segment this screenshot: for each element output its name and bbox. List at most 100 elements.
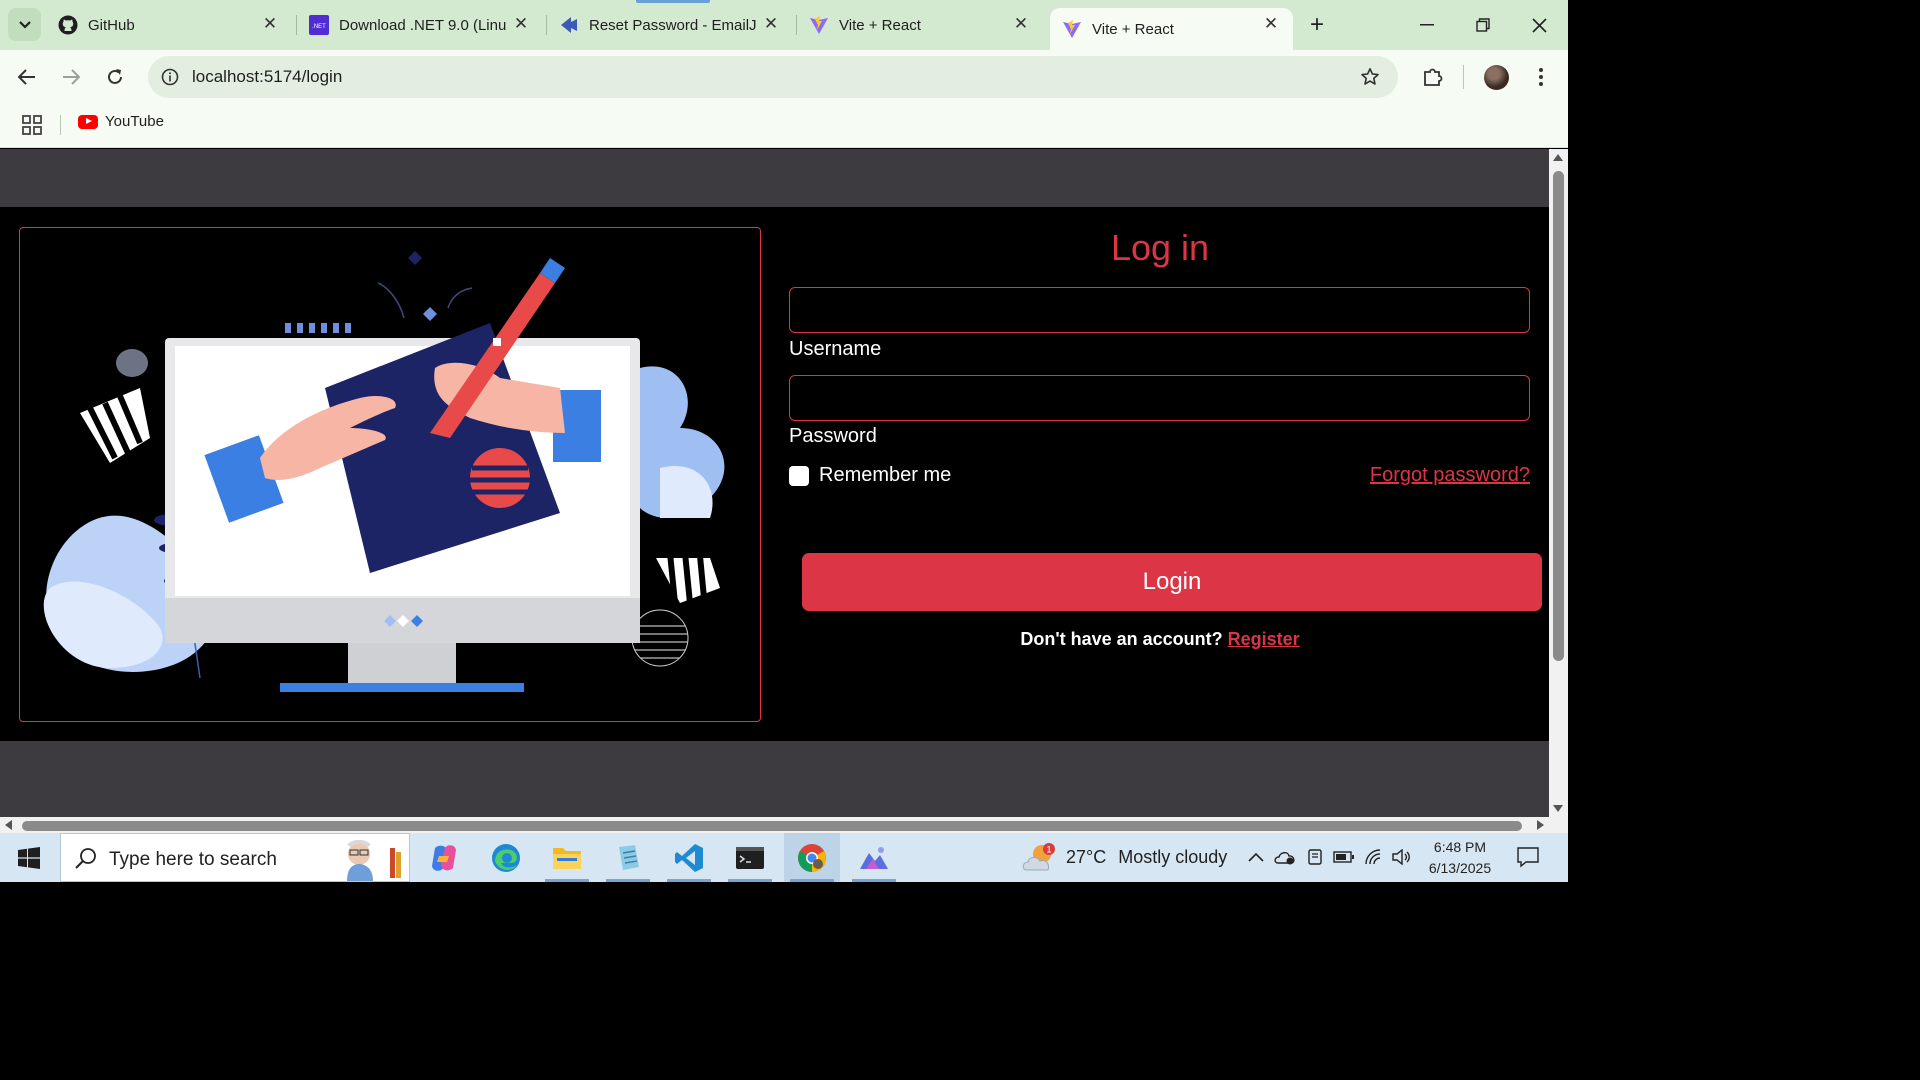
taskbar-clock[interactable]: 6:48 PM 6/13/2025 — [1420, 837, 1500, 879]
menu-button[interactable] — [1526, 62, 1556, 92]
scroll-left-icon[interactable] — [5, 820, 12, 830]
tab-github[interactable]: GitHub ✕ — [46, 8, 292, 42]
toolbar-divider — [1463, 65, 1464, 89]
battery-tray[interactable] — [1333, 846, 1355, 868]
meet-now-tray[interactable] — [1304, 846, 1326, 868]
weather-badge: 1 — [1046, 844, 1051, 854]
svg-text:.NET: .NET — [312, 24, 326, 30]
close-icon[interactable]: ✕ — [763, 14, 779, 33]
horizontal-scrollbar[interactable] — [0, 817, 1549, 833]
emailjs-icon — [559, 15, 579, 35]
chevron-up-icon — [1248, 852, 1264, 862]
register-prompt: Don't have an account? Register — [770, 629, 1549, 650]
windows-logo-icon — [18, 846, 40, 869]
arrow-left-icon — [18, 69, 35, 85]
login-section: Log in Username Password Remember me For… — [0, 207, 1549, 741]
notepad-icon — [619, 844, 639, 870]
show-hidden-icons-button[interactable] — [1245, 846, 1267, 868]
scroll-down-icon[interactable] — [1553, 805, 1563, 812]
chrome-icon — [798, 843, 826, 872]
bookmarks-separator — [60, 115, 61, 135]
forgot-password-link[interactable]: Forgot password? — [1370, 464, 1530, 487]
speaker-icon — [1392, 849, 1410, 865]
back-button[interactable] — [12, 62, 42, 92]
remember-me[interactable]: Remember me — [789, 464, 951, 487]
photos-app[interactable] — [846, 833, 902, 882]
dotnet-icon: .NET — [309, 15, 329, 35]
login-button[interactable]: Login — [802, 553, 1542, 611]
battery-icon — [1333, 851, 1354, 863]
username-label: Username — [789, 338, 882, 360]
arrow-right-icon — [63, 69, 80, 85]
weather-widget[interactable]: 1 27°C Mostly cloudy — [1022, 833, 1227, 882]
new-tab-button[interactable]: + — [1304, 11, 1330, 38]
restore-button[interactable] — [1468, 10, 1498, 40]
start-button[interactable] — [0, 833, 58, 882]
tab-dotnet[interactable]: .NET Download .NET 9.0 (Linux ✕ — [297, 8, 543, 42]
reload-icon — [108, 69, 122, 84]
tab-loading-indicator — [636, 0, 710, 3]
bookmark-star-icon[interactable] — [1358, 65, 1382, 89]
cloud-sync-icon — [1274, 852, 1295, 865]
address-bar[interactable]: localhost:5174/login — [148, 56, 1398, 98]
page-viewport: Log in Username Password Remember me For… — [0, 149, 1549, 817]
puzzle-icon — [1424, 68, 1443, 86]
network-tray[interactable] — [1363, 846, 1385, 868]
volume-tray[interactable] — [1391, 846, 1413, 868]
device-icon — [1308, 849, 1322, 865]
profile-avatar[interactable] — [1484, 65, 1509, 90]
computer-drawing-illustration — [43, 251, 725, 692]
copilot-app[interactable] — [416, 833, 472, 882]
username-field[interactable] — [789, 287, 1530, 333]
url-text[interactable]: localhost:5174/login — [192, 67, 342, 87]
close-icon[interactable]: ✕ — [262, 14, 278, 33]
horizontal-scroll-thumb[interactable] — [22, 821, 1522, 831]
onedrive-tray[interactable] — [1274, 846, 1296, 868]
file-explorer-app[interactable] — [539, 833, 595, 882]
tab-search-button[interactable] — [8, 8, 41, 41]
scroll-up-icon[interactable] — [1553, 154, 1563, 161]
remember-checkbox[interactable] — [789, 465, 809, 486]
github-icon — [58, 15, 78, 35]
tab-title: Vite + React — [1092, 20, 1174, 38]
weather-temp: 27°C — [1066, 847, 1107, 867]
cloudy-weather-icon: 1 — [1022, 842, 1056, 874]
close-icon[interactable]: ✕ — [1263, 14, 1279, 33]
minimize-icon — [1420, 24, 1434, 26]
taskbar-search[interactable]: Type here to search — [60, 833, 410, 882]
tab-vite-react[interactable]: Vite + React ✕ — [797, 8, 1043, 42]
close-window-button[interactable] — [1524, 10, 1554, 40]
password-field[interactable] — [789, 375, 1530, 421]
scroll-right-icon[interactable] — [1537, 820, 1544, 830]
reload-button[interactable] — [100, 62, 130, 92]
more-vert-icon — [1539, 68, 1543, 86]
photos-icon — [860, 846, 888, 869]
minimize-button[interactable] — [1412, 10, 1442, 40]
scrollbar-corner — [1549, 817, 1568, 833]
tab-vite-react-active[interactable]: Vite + React ✕ — [1050, 8, 1293, 50]
register-link[interactable]: Register — [1228, 629, 1300, 649]
close-icon[interactable]: ✕ — [1013, 14, 1029, 33]
vite-icon — [809, 15, 829, 35]
restore-icon — [1476, 18, 1490, 32]
close-icon[interactable]: ✕ — [513, 14, 529, 33]
forward-button[interactable] — [56, 62, 86, 92]
extensions-button[interactable] — [1418, 62, 1448, 92]
windows-taskbar: Type here to search 1 27°C Mostly cloudy — [0, 833, 1568, 882]
edge-app[interactable] — [478, 833, 534, 882]
vertical-scrollbar[interactable] — [1549, 149, 1568, 817]
notification-center-button[interactable] — [1516, 846, 1540, 868]
tab-title: Vite + React — [839, 16, 921, 34]
notepad-app[interactable] — [600, 833, 656, 882]
remember-label: Remember me — [819, 464, 952, 486]
apps-grid-icon[interactable] — [20, 113, 44, 137]
vertical-scroll-thumb[interactable] — [1553, 171, 1564, 661]
tab-emailjs[interactable]: Reset Password - EmailJS ✕ — [547, 8, 793, 42]
vscode-app[interactable] — [661, 833, 717, 882]
terminal-app[interactable] — [722, 833, 778, 882]
tab-title: GitHub — [88, 16, 135, 34]
chrome-app[interactable] — [784, 833, 840, 882]
illustration-panel — [19, 227, 761, 722]
bookmark-youtube[interactable]: YouTube — [78, 113, 164, 130]
site-info-icon[interactable] — [158, 65, 182, 89]
